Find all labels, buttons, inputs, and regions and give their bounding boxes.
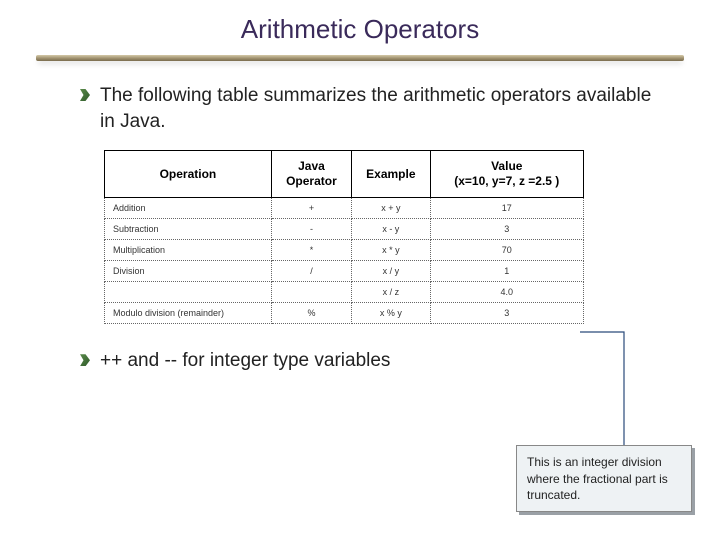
cell-example: x + y xyxy=(352,198,430,219)
col-example: Example xyxy=(352,151,430,198)
callout-note: This is an integer division where the fr… xyxy=(516,445,692,512)
cell-operator xyxy=(271,282,351,303)
cell-example: x / y xyxy=(352,261,430,282)
cell-value: 3 xyxy=(430,219,583,240)
content-area: The following table summarizes the arith… xyxy=(0,61,720,374)
cell-value: 70 xyxy=(430,240,583,261)
cell-example: x * y xyxy=(352,240,430,261)
cell-value: 4.0 xyxy=(430,282,583,303)
bullet-icon xyxy=(80,354,90,366)
cell-operator: % xyxy=(271,303,351,324)
cell-operator: / xyxy=(271,261,351,282)
cell-operation: Addition xyxy=(105,198,272,219)
table-row: Subtraction - x - y 3 xyxy=(105,219,584,240)
cell-operation: Modulo division (remainder) xyxy=(105,303,272,324)
table-row: Division / x / y 1 xyxy=(105,261,584,282)
table-row: x / z 4.0 xyxy=(105,282,584,303)
table-row: Modulo division (remainder) % x % y 3 xyxy=(105,303,584,324)
bullet-text: ++ and -- for integer type variables xyxy=(100,348,390,374)
cell-operator: - xyxy=(271,219,351,240)
bullet-icon xyxy=(80,89,90,101)
table-row: Addition + x + y 17 xyxy=(105,198,584,219)
cell-example: x - y xyxy=(352,219,430,240)
bullet-item-incr: ++ and -- for integer type variables xyxy=(80,348,660,374)
col-value: Value (x=10, y=7, z =2.5 ) xyxy=(430,151,583,198)
cell-value: 17 xyxy=(430,198,583,219)
cell-operator: * xyxy=(271,240,351,261)
cell-operator: + xyxy=(271,198,351,219)
cell-example: x / z xyxy=(352,282,430,303)
cell-operation: Subtraction xyxy=(105,219,272,240)
cell-example: x % y xyxy=(352,303,430,324)
operators-table: Operation Java Operator Example Value (x… xyxy=(104,150,584,324)
cell-operation: Division xyxy=(105,261,272,282)
bullet-text: The following table summarizes the arith… xyxy=(100,83,660,134)
cell-operation: Multiplication xyxy=(105,240,272,261)
cell-value: 3 xyxy=(430,303,583,324)
page-title: Arithmetic Operators xyxy=(0,14,720,45)
table-header-row: Operation Java Operator Example Value (x… xyxy=(105,151,584,198)
bullet-item-intro: The following table summarizes the arith… xyxy=(80,83,660,134)
cell-operation xyxy=(105,282,272,303)
col-operator: Java Operator xyxy=(271,151,351,198)
col-operation: Operation xyxy=(105,151,272,198)
cell-value: 1 xyxy=(430,261,583,282)
table-row: Multiplication * x * y 70 xyxy=(105,240,584,261)
